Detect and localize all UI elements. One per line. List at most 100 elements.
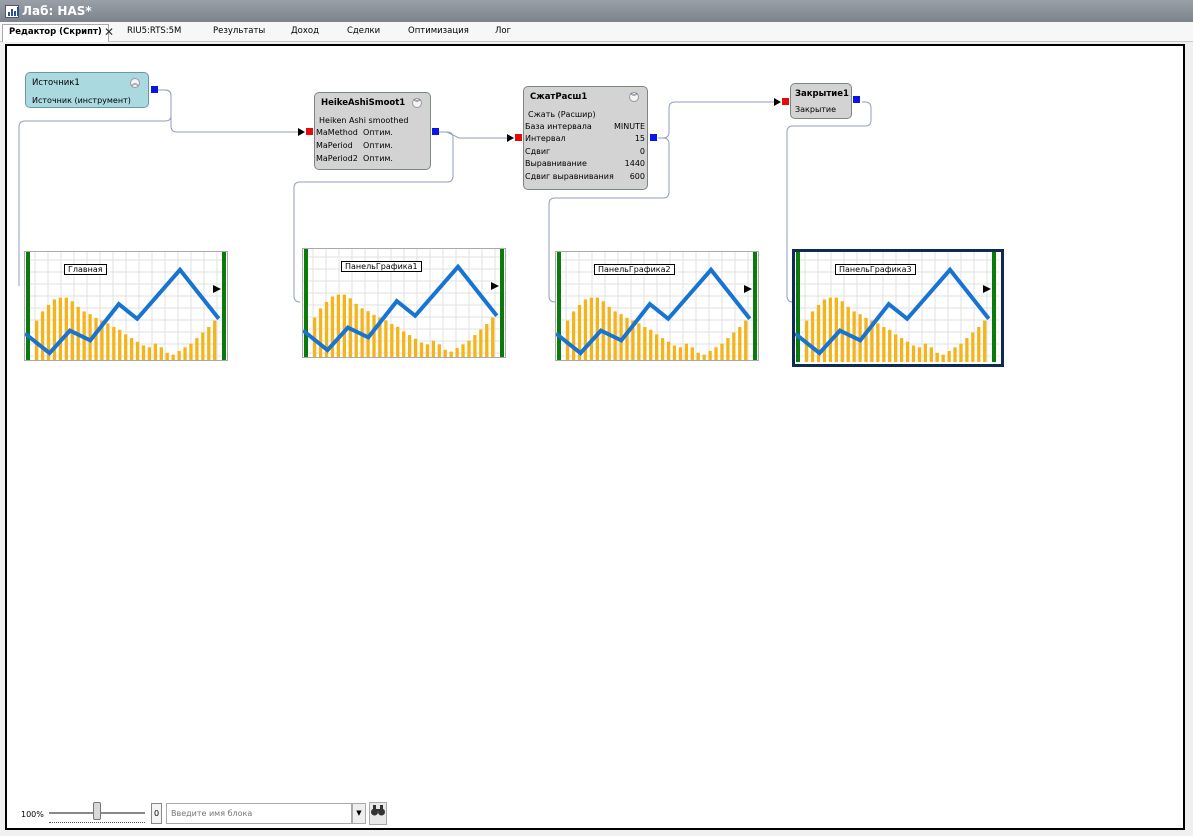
param-name: MaMethod bbox=[316, 128, 358, 137]
block-title: Закрытие1 bbox=[795, 89, 849, 99]
output-port[interactable] bbox=[853, 96, 860, 103]
param-value: Оптим. bbox=[363, 154, 393, 163]
close-icon[interactable]: ✕ bbox=[104, 26, 114, 38]
block-search-input[interactable] bbox=[166, 803, 352, 824]
chart-bar bbox=[153, 343, 158, 360]
chevron-up-icon[interactable]: ︽ bbox=[130, 78, 140, 88]
input-port[interactable] bbox=[782, 98, 789, 105]
tab-optimization[interactable]: Оптимизация bbox=[408, 26, 469, 36]
param-row[interactable]: Сдвиг выравнивания 600 bbox=[525, 172, 645, 184]
bottom-toolbar: 100% 0 ▼ bbox=[21, 802, 401, 828]
zoom-slider-thumb[interactable] bbox=[93, 802, 101, 820]
chart-bar bbox=[485, 324, 489, 357]
param-row[interactable]: Сдвиг 0 bbox=[525, 147, 645, 159]
param-value: MINUTE bbox=[613, 122, 645, 131]
param-value: Оптим. bbox=[363, 128, 393, 137]
param-row[interactable]: Интервал 15 bbox=[525, 134, 645, 146]
chart-bar bbox=[696, 352, 700, 360]
param-name: Сдвиг выравнивания bbox=[525, 172, 614, 181]
param-row[interactable]: MaPeriod Оптим. bbox=[316, 141, 428, 153]
chart-bar bbox=[318, 308, 323, 357]
chart-panel-1[interactable]: ПанельГрафика1 bbox=[302, 248, 506, 358]
output-port[interactable] bbox=[432, 128, 439, 135]
chart-panel-main[interactable]: Главная bbox=[24, 251, 228, 361]
chart-bar bbox=[461, 344, 465, 357]
chart-panel-3[interactable]: ПанельГрафика3 bbox=[792, 249, 1004, 367]
chart-bar bbox=[649, 329, 653, 360]
script-canvas[interactable]: Источник1 ︽ Источник (инструмент) HeikeA… bbox=[5, 44, 1185, 830]
tab-results[interactable]: Результаты bbox=[213, 26, 265, 36]
chart-bar bbox=[834, 297, 838, 362]
chart-bar bbox=[431, 340, 436, 357]
block-close[interactable]: Закрытие1 Закрытие bbox=[790, 83, 852, 119]
chart-bar bbox=[894, 334, 898, 362]
chart-bar bbox=[929, 347, 933, 362]
param-name: Сдвиг bbox=[525, 147, 551, 156]
chart-bar bbox=[714, 347, 718, 360]
binoculars-icon[interactable] bbox=[369, 802, 387, 825]
panel-bound-right bbox=[992, 252, 996, 362]
chart-bar bbox=[977, 327, 981, 362]
param-value: 0 bbox=[639, 147, 645, 156]
output-port[interactable] bbox=[151, 86, 158, 93]
block-source[interactable]: Источник1 ︽ Источник (инструмент) bbox=[25, 72, 149, 108]
chart-bar bbox=[491, 317, 495, 357]
chart-bar bbox=[467, 340, 471, 357]
block-subtitle: Сжать (Расшир) bbox=[528, 110, 596, 119]
param-value: 15 bbox=[634, 134, 645, 143]
tab-log[interactable]: Лог bbox=[495, 26, 511, 36]
chart-bar bbox=[449, 351, 453, 357]
chart-bar bbox=[171, 354, 175, 360]
input-port[interactable] bbox=[306, 128, 313, 135]
chart-bar bbox=[571, 311, 576, 360]
tab-instrument[interactable]: RIU5:RTS:5M bbox=[127, 26, 181, 36]
zoom-value-box[interactable]: 0 bbox=[151, 803, 162, 824]
chevron-down-icon[interactable]: ︾ bbox=[412, 98, 422, 108]
param-row[interactable]: Выравнивание 1440 bbox=[525, 159, 645, 171]
zoom-level: 100% bbox=[21, 810, 44, 819]
chart-bar bbox=[684, 343, 689, 360]
chart-bar bbox=[643, 327, 647, 360]
chart-bar bbox=[732, 332, 736, 360]
chart-bar bbox=[135, 341, 140, 360]
chart-panel-2[interactable]: ПанельГрафика2 bbox=[555, 251, 759, 361]
output-port[interactable] bbox=[650, 134, 657, 141]
panel-label: ПанельГрафика1 bbox=[341, 261, 422, 272]
block-title: СжатРасш1 bbox=[530, 92, 588, 102]
tab-trades[interactable]: Сделки bbox=[347, 26, 380, 36]
chart-bar bbox=[384, 320, 388, 357]
panel-bound-left bbox=[557, 252, 561, 360]
panel-label: Главная bbox=[64, 264, 107, 275]
chart-bar bbox=[660, 338, 665, 360]
panel-label: ПанельГрафика2 bbox=[594, 264, 675, 275]
chart-bar bbox=[672, 345, 677, 360]
chart-bar bbox=[473, 335, 477, 357]
block-compress[interactable]: СжатРасш1 ︾ Сжать (Расшир) База интервал… bbox=[523, 86, 648, 190]
chart-bar bbox=[64, 297, 68, 360]
chevron-down-icon[interactable]: ▼ bbox=[352, 803, 366, 824]
tab-editor[interactable]: Редактор (Скрипт) bbox=[2, 24, 109, 42]
chart-bar bbox=[195, 338, 199, 360]
chart-bar bbox=[189, 343, 193, 360]
param-row[interactable]: База интервала MINUTE bbox=[525, 122, 645, 134]
chevron-down-icon[interactable]: ︾ bbox=[629, 92, 639, 102]
chart-bar bbox=[58, 297, 63, 360]
chart-bar bbox=[141, 345, 146, 360]
param-name: MaPeriod2 bbox=[316, 154, 358, 163]
block-heikin-ashi[interactable]: HeikeAshiSmoot1 ︾ Heiken Ashi smoothed M… bbox=[314, 92, 431, 170]
tab-income[interactable]: Доход bbox=[291, 26, 319, 36]
chart-bar bbox=[124, 334, 128, 360]
chart-bar bbox=[402, 331, 406, 357]
chart-bar bbox=[201, 332, 205, 360]
panel-bound-right bbox=[222, 252, 226, 360]
chart-bar bbox=[94, 317, 98, 360]
param-row[interactable]: MaMethod Оптим. bbox=[316, 128, 428, 140]
chart-bar bbox=[983, 320, 987, 362]
chart-bar bbox=[165, 352, 169, 360]
param-row[interactable]: MaPeriod2 Оптим. bbox=[316, 154, 428, 166]
chart-bar bbox=[342, 294, 346, 357]
chart-bar bbox=[702, 354, 706, 360]
input-port[interactable] bbox=[515, 134, 522, 141]
input-arrow-icon bbox=[298, 128, 305, 136]
chart-bar bbox=[959, 343, 963, 362]
